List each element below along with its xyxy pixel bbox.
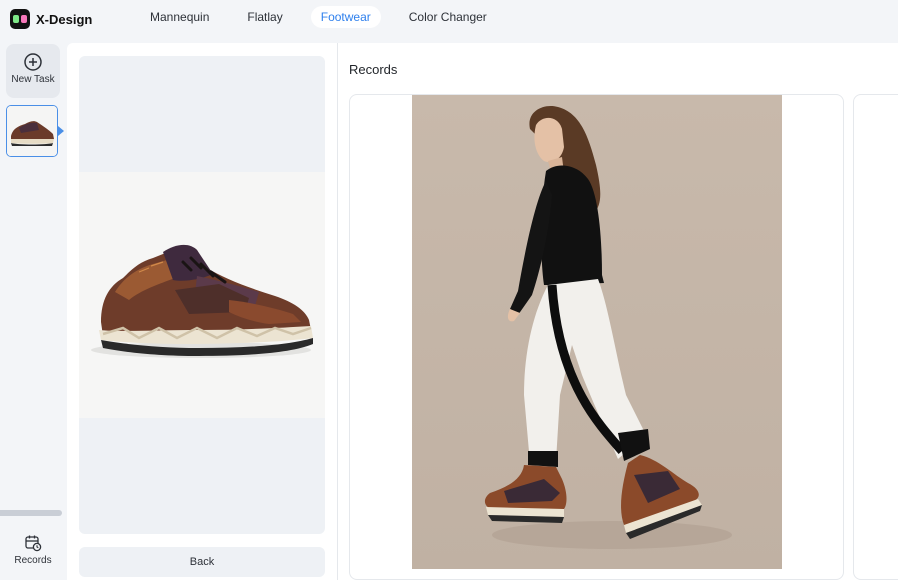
- tab-flatlay[interactable]: Flatlay: [237, 6, 292, 28]
- shoe-thumbnail-image: [7, 106, 57, 156]
- new-task-label: New Task: [11, 74, 55, 85]
- mode-tabs: Mannequin Flatlay Footwear Color Changer: [140, 6, 497, 28]
- records-button[interactable]: Records: [6, 534, 60, 566]
- input-shoe-image: [79, 172, 325, 418]
- app-name: X-Design: [36, 11, 93, 27]
- panel-divider: [337, 43, 338, 580]
- input-image-panel: [79, 56, 325, 534]
- workspace: Back Records: [67, 43, 898, 580]
- records-title: Records: [349, 62, 398, 77]
- app-logo[interactable]: X-Design: [10, 9, 92, 29]
- record-card[interactable]: [349, 94, 844, 580]
- record-card-next[interactable]: [853, 94, 898, 580]
- generated-result-image: [412, 95, 782, 569]
- logo-icon: [10, 9, 30, 29]
- back-button[interactable]: Back: [79, 547, 325, 577]
- calendar-clock-icon: [25, 535, 42, 552]
- top-bar: X-Design Mannequin Flatlay Footwear Colo…: [0, 0, 898, 40]
- tab-footwear[interactable]: Footwear: [310, 6, 381, 28]
- tab-mannequin[interactable]: Mannequin: [140, 6, 219, 28]
- selected-indicator: [58, 126, 64, 136]
- tab-color-changer[interactable]: Color Changer: [399, 6, 497, 28]
- records-label: Records: [14, 555, 52, 566]
- sidebar-scrollbar[interactable]: [0, 510, 62, 516]
- plus-circle-icon: [24, 53, 42, 71]
- sidebar: New Task Records: [0, 40, 66, 580]
- task-thumbnail[interactable]: [6, 105, 58, 157]
- new-task-button[interactable]: New Task: [6, 44, 60, 98]
